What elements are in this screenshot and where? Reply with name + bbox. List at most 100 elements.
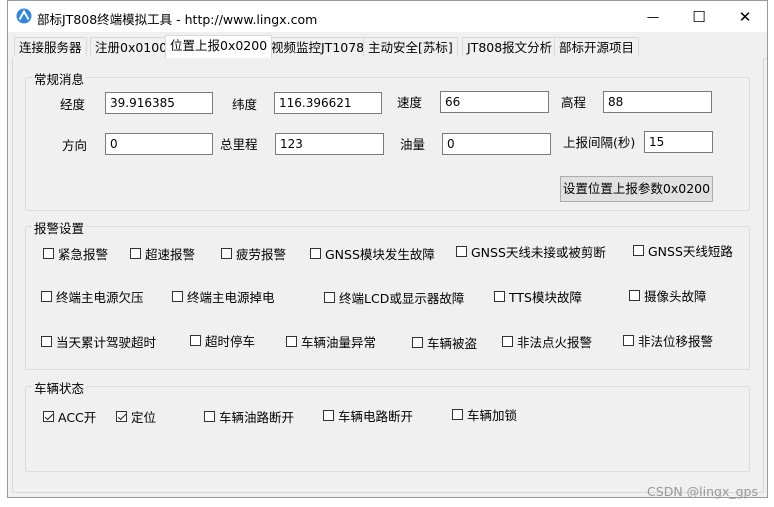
checkbox-label: GNSS天线短路 [648,244,733,259]
checkbox-box[interactable] [41,336,52,347]
checkbox-label: 紧急报警 [58,247,109,262]
alarm-checkbox[interactable]: GNSS天线未接或被剪断 [456,242,606,261]
checkbox-label: 终端LCD或显示器故障 [339,291,465,306]
checkbox-label: 终端主电源掉电 [187,290,275,305]
checkbox-box[interactable] [116,411,127,422]
checkbox-box[interactable] [494,291,505,302]
alarm-checkbox[interactable]: 当天累计驾驶超时 [41,332,156,351]
checkbox-box[interactable] [310,248,321,259]
altitude-input[interactable] [603,91,712,113]
checkbox-box[interactable] [43,248,54,259]
alarm-checkbox[interactable]: 紧急报警 [43,244,108,263]
checkbox-label: 定位 [131,410,157,425]
checkbox-label: 车辆加锁 [467,408,518,423]
status-checkbox[interactable]: 车辆油路断开 [204,407,294,426]
status-checkbox[interactable]: 车辆电路断开 [323,406,413,425]
longitude-label: 经度 [60,97,86,112]
alarm-checkbox[interactable]: 超时停车 [190,331,255,350]
checkbox-box[interactable] [130,248,141,259]
tab-video-monitor[interactable]: 视频监控JT1078 [266,37,370,56]
tab-packet-analysis[interactable]: JT808报文分析 [462,37,558,56]
fuel-input[interactable] [442,133,551,155]
checkbox-box[interactable] [452,409,463,420]
tab-active-safety[interactable]: 主动安全[苏标] [363,37,458,56]
alarm-checkbox[interactable]: 车辆被盗 [412,333,477,352]
window-title: 部标JT808终端模拟工具 - http://www.lingx.com [37,12,318,27]
status-checkbox[interactable]: 定位 [116,407,156,426]
speed-input[interactable] [440,91,549,113]
report-interval-label: 上报间隔(秒) [563,135,636,150]
checkbox-label: 摄像头故障 [644,289,707,304]
alarm-checkbox[interactable]: 终端主电源掉电 [172,287,275,306]
checkbox-label: 疲劳报警 [236,247,287,262]
checkbox-label: 车辆被盗 [427,336,478,351]
checkbox-box[interactable] [502,336,513,347]
status-checkbox[interactable]: 车辆加锁 [452,405,517,424]
alarm-settings-group: 报警设置 紧急报警 超速报警 疲劳报警 GNSS模块发生故障 GNSS天线未接或… [25,218,750,370]
checkbox-label: 车辆电路断开 [338,409,414,424]
alarm-checkbox[interactable]: 终端主电源欠压 [41,287,144,306]
status-checkbox[interactable]: ACC开 [43,407,96,426]
total-mileage-input[interactable] [275,133,384,155]
close-icon: ✕ [738,7,752,26]
vehicle-status-group: 车辆状态 ACC开 定位 车辆油路断开 车辆电路断开 车辆加锁 [25,378,750,472]
watermark: CSDN @lingx_gps [647,484,758,499]
checkbox-label: ACC开 [58,410,97,425]
maximize-button[interactable]: ☐ [676,1,722,32]
alarm-checkbox[interactable]: 摄像头故障 [629,286,707,305]
maximize-icon: ☐ [692,7,706,26]
alarm-checkbox[interactable]: TTS模块故障 [494,287,582,306]
tab-location-report[interactable]: 位置上报0x0200 [165,35,273,58]
fuel-label: 油量 [400,137,426,152]
latitude-input[interactable] [274,92,382,114]
checkbox-box[interactable] [286,336,297,347]
checkbox-box[interactable] [43,411,54,422]
app-window: 部标JT808终端模拟工具 - http://www.lingx.com — ☐… [7,0,768,498]
minimize-button[interactable]: — [630,1,676,32]
direction-label: 方向 [62,138,88,153]
checkbox-box[interactable] [172,291,183,302]
checkbox-label: TTS模块故障 [509,290,582,305]
total-mileage-label: 总里程 [220,137,258,152]
checkbox-box[interactable] [324,292,335,303]
alarm-checkbox[interactable]: 超速报警 [130,244,195,263]
alarm-checkbox[interactable]: 终端LCD或显示器故障 [324,288,464,307]
checkbox-label: 当天累计驾驶超时 [56,335,157,350]
alarm-checkbox[interactable]: 车辆油量异常 [286,332,376,351]
title-bar: 部标JT808终端模拟工具 - http://www.lingx.com — ☐… [8,1,767,32]
alarm-checkbox[interactable]: 非法位移报警 [623,331,713,350]
report-interval-input[interactable] [644,131,713,153]
checkbox-label: 车辆油量异常 [301,335,377,350]
checkbox-label: GNSS模块发生故障 [325,247,435,262]
speed-label: 速度 [397,95,423,110]
direction-input[interactable] [105,133,213,155]
checkbox-box[interactable] [323,410,334,421]
checkbox-box[interactable] [221,248,232,259]
checkbox-box[interactable] [190,335,201,346]
checkbox-box[interactable] [412,337,423,348]
checkbox-box[interactable] [623,335,634,346]
checkbox-box[interactable] [629,290,640,301]
tab-connect-server[interactable]: 连接服务器 [14,37,87,56]
checkbox-box[interactable] [456,246,467,257]
group-title: 车辆状态 [32,378,87,397]
tab-strip: 连接服务器 注册0x0100 位置上报0x0200 视频监控JT1078 主动安… [12,35,767,59]
alarm-checkbox[interactable]: GNSS天线短路 [633,241,733,260]
close-button[interactable]: ✕ [722,1,768,32]
checkbox-box[interactable] [204,411,215,422]
alarm-checkbox[interactable]: 非法点火报警 [502,332,592,351]
alarm-checkbox[interactable]: GNSS模块发生故障 [310,244,435,263]
longitude-input[interactable] [105,92,213,114]
tab-open-source[interactable]: 部标开源项目 [554,37,640,56]
checkbox-box[interactable] [633,245,644,256]
group-title: 常规消息 [32,69,87,88]
tab-register[interactable]: 注册0x0100 [90,37,173,56]
location-report-page: 常规消息 经度 纬度 速度 高程 方向 总里程 油量 上报间隔(秒) 设置位置上… [12,58,764,493]
alarm-checkbox[interactable]: 疲劳报警 [221,244,286,263]
set-location-params-button[interactable]: 设置位置上报参数0x0200 [560,176,713,202]
checkbox-label: 超速报警 [145,247,196,262]
regular-message-group: 常规消息 经度 纬度 速度 高程 方向 总里程 油量 上报间隔(秒) 设置位置上… [25,69,750,211]
app-logo-icon [16,8,32,24]
checkbox-box[interactable] [41,291,52,302]
checkbox-label: 非法位移报警 [638,334,714,349]
